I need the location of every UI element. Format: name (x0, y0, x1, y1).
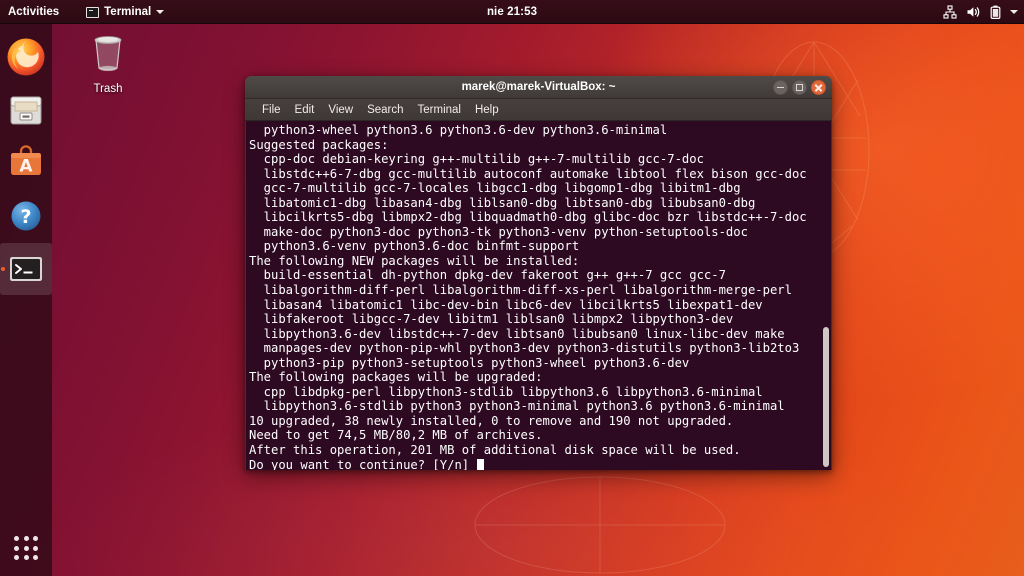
window-title: marek@marek-VirtualBox: ~ (461, 81, 616, 93)
show-applications-button[interactable] (0, 524, 52, 572)
terminal-line: build-essential dh-python dpkg-dev faker… (249, 268, 726, 283)
top-panel: Activities Terminal nie 21:53 (0, 0, 1024, 24)
terminal-line: python3-wheel python3.6 python3.6-dev py… (249, 123, 668, 137)
dock-item-terminal[interactable] (0, 243, 52, 295)
terminal-cursor (477, 458, 485, 470)
terminal-line: cpp-doc debian-keyring g++-multilib g++-… (249, 152, 704, 167)
panel-clock[interactable]: nie 21:53 (0, 0, 1024, 24)
svg-text:?: ? (20, 206, 31, 228)
window-controls (773, 76, 826, 99)
dock-item-files[interactable] (0, 84, 52, 136)
terminal-window[interactable]: marek@marek-VirtualBox: ~ File Edit View… (245, 76, 832, 470)
terminal-line: 10 upgraded, 38 newly installed, 0 to re… (249, 413, 734, 428)
menu-item-view[interactable]: View (321, 102, 360, 118)
terminal-line: manpages-dev python-pip-whl python3-dev … (249, 341, 800, 356)
terminal-line: After this operation, 201 MB of addition… (249, 443, 741, 458)
file-manager-icon (10, 96, 42, 125)
terminal-output-area[interactable]: python3-wheel python3.6 python3.6-dev py… (245, 121, 832, 470)
launcher-dock: A ? (0, 24, 52, 576)
help-question-icon: ? (11, 201, 41, 231)
chevron-down-icon[interactable] (1010, 10, 1018, 14)
terminal-line: python3.6-venv python3.6-doc binfmt-supp… (249, 239, 580, 254)
battery-icon[interactable] (990, 5, 1001, 19)
menu-item-file[interactable]: File (255, 102, 288, 118)
dock-item-help[interactable]: ? (0, 190, 52, 242)
terminal-line: libalgorithm-diff-perl libalgorithm-diff… (249, 283, 792, 298)
trash-label: Trash (93, 83, 123, 95)
wallpaper-art-center (474, 476, 726, 574)
terminal-line: libcilkrts5-dbg libmpx2-dbg libquadmath0… (249, 210, 807, 225)
trash-icon (94, 36, 122, 72)
terminal-text: python3-wheel python3.6 python3.6-dev py… (246, 121, 807, 470)
firefox-icon (7, 38, 45, 76)
menu-item-help[interactable]: Help (468, 102, 506, 118)
terminal-line: libatomic1-dbg libasan4-dbg liblsan0-dbg… (249, 195, 756, 210)
desktop-icon-trash[interactable]: Trash (78, 30, 138, 95)
terminal-line: python3-pip python3-setuptools python3-w… (249, 355, 690, 370)
terminal-line: make-doc python3-doc python3-tk python3-… (249, 224, 748, 239)
terminal-line: gcc-7-multilib gcc-7-locales libgcc1-dbg… (249, 181, 741, 196)
terminal-line: Need to get 74,5 MB/80,2 MB of archives. (249, 428, 543, 443)
terminal-prompt-text: Do you want to continue? [Y/n] (249, 457, 477, 470)
close-button[interactable] (811, 80, 826, 95)
maximize-button[interactable] (792, 80, 807, 95)
network-icon[interactable] (943, 5, 957, 19)
menu-item-edit[interactable]: Edit (288, 102, 322, 118)
terminal-line: Suggested packages: (249, 137, 389, 152)
minimize-button[interactable] (773, 80, 788, 95)
system-tray (943, 0, 1018, 24)
terminal-scrollbar[interactable] (818, 121, 831, 470)
terminal-prompt-line: Do you want to continue? [Y/n] (249, 458, 807, 470)
menu-item-terminal[interactable]: Terminal (411, 102, 468, 118)
dock-item-firefox[interactable] (0, 31, 52, 83)
svg-text:A: A (19, 157, 33, 177)
terminal-line: libpython3.6-dev libstdc++-7-dev libtsan… (249, 326, 785, 341)
terminal-line: The following NEW packages will be insta… (249, 253, 580, 268)
terminal-line: libasan4 libatomic1 libc-dev-bin libc6-d… (249, 297, 763, 312)
terminal-icon (10, 257, 42, 281)
terminal-line: libstdc++6-7-dbg gcc-multilib autoconf a… (249, 166, 807, 181)
volume-icon[interactable] (966, 5, 981, 19)
desktop-background: Trash marek@marek-VirtualBox: ~ File Edi… (0, 0, 1024, 576)
window-title-bar[interactable]: marek@marek-VirtualBox: ~ (245, 76, 832, 99)
app-grid-icon (14, 536, 38, 560)
ubuntu-software-icon: A (11, 145, 41, 177)
terminal-line: cpp libdpkg-perl libpython3-stdlib libpy… (249, 384, 763, 399)
terminal-scrollbar-thumb[interactable] (823, 327, 829, 467)
terminal-line: The following packages will be upgraded: (249, 370, 543, 385)
terminal-line: libfakeroot libgcc-7-dev libitm1 liblsan… (249, 312, 734, 327)
terminal-menu-bar: File Edit View Search Terminal Help (245, 99, 832, 121)
terminal-line: libpython3.6-stdlib python3 python3-mini… (249, 399, 785, 414)
menu-item-search[interactable]: Search (360, 102, 410, 118)
dock-item-ubuntu-software[interactable]: A (0, 137, 52, 189)
